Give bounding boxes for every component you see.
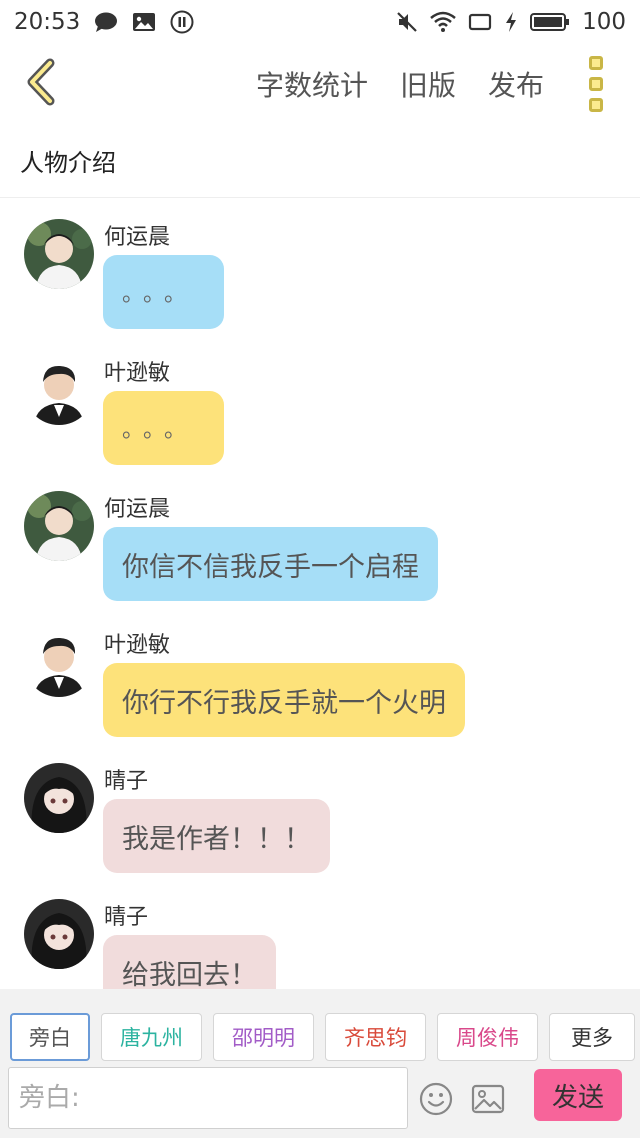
screen-icon: [468, 12, 492, 32]
back-button[interactable]: [20, 58, 64, 110]
chip-zhoujunwei[interactable]: 周俊伟: [437, 1013, 538, 1061]
image-icon: [132, 11, 156, 33]
editor-toolbar: 字数统计 旧版 发布: [0, 44, 640, 124]
chat-list: 何运晨 。。。 叶逊敏 。。。 何运晨 你信不信我反手一个启程 叶逊敏 你行不行…: [0, 199, 640, 989]
mute-icon: [396, 11, 418, 33]
character-intro-link[interactable]: 人物介绍: [0, 124, 640, 198]
menu-dot: [589, 56, 603, 70]
send-button[interactable]: 发送: [534, 1069, 622, 1121]
chip-more[interactable]: 更多: [549, 1013, 635, 1061]
message-bubble[interactable]: 给我回去！: [103, 935, 276, 989]
old-version-button[interactable]: 旧版: [400, 64, 456, 104]
image-picker-icon[interactable]: [470, 1081, 506, 1117]
battery-level: 100: [582, 9, 626, 35]
character-chip-bar: 旁白 唐九州 邵明明 齐思钧 周俊伟 更多: [10, 1013, 635, 1061]
avatar-heyunchen[interactable]: [24, 491, 94, 561]
chip-tangjiuzhou[interactable]: 唐九州: [101, 1013, 202, 1061]
status-bar: 20:53 100: [0, 0, 640, 44]
chip-shaomingming[interactable]: 邵明明: [213, 1013, 314, 1061]
more-vertical-icon[interactable]: [582, 56, 610, 112]
composer-panel: 旁白 唐九州 邵明明 齐思钧 周俊伟 更多 发送: [0, 989, 640, 1138]
status-time: 20:53: [14, 9, 81, 35]
avatar-qingzi[interactable]: [24, 899, 94, 969]
sender-name: 晴子: [104, 905, 149, 930]
menu-dot: [589, 98, 603, 112]
battery-icon: [530, 12, 570, 32]
word-count-button[interactable]: 字数统计: [256, 64, 368, 104]
sender-name: 何运晨: [104, 225, 171, 250]
message-bubble[interactable]: 你信不信我反手一个启程: [103, 527, 438, 601]
message-input[interactable]: [8, 1067, 408, 1129]
wifi-icon: [430, 11, 456, 33]
chip-qisijun[interactable]: 齐思钧: [325, 1013, 426, 1061]
publish-button[interactable]: 发布: [488, 64, 544, 104]
message-bubble[interactable]: 我是作者！！！: [103, 799, 330, 873]
avatar-qingzi[interactable]: [24, 763, 94, 833]
avatar-heyunchen[interactable]: [24, 219, 94, 289]
chat-bubble-icon: [94, 11, 118, 33]
message-bubble[interactable]: 。。。: [103, 391, 224, 465]
composer-input-row: 发送: [8, 1067, 634, 1129]
sender-name: 叶逊敏: [104, 361, 171, 386]
sender-name: 晴子: [104, 769, 149, 794]
emoji-icon[interactable]: [418, 1081, 454, 1117]
menu-dot: [589, 77, 603, 91]
charging-icon: [504, 11, 518, 33]
sender-name: 叶逊敏: [104, 633, 171, 658]
avatar-yexunmin[interactable]: [24, 627, 94, 697]
message-bubble[interactable]: 。。。: [103, 255, 224, 329]
chip-narrator[interactable]: 旁白: [10, 1013, 90, 1061]
sender-name: 何运晨: [104, 497, 171, 522]
avatar-yexunmin[interactable]: [24, 355, 94, 425]
pause-icon: [170, 10, 194, 34]
message-bubble[interactable]: 你行不行我反手就一个火明: [103, 663, 465, 737]
chevron-left-icon: [22, 57, 62, 111]
